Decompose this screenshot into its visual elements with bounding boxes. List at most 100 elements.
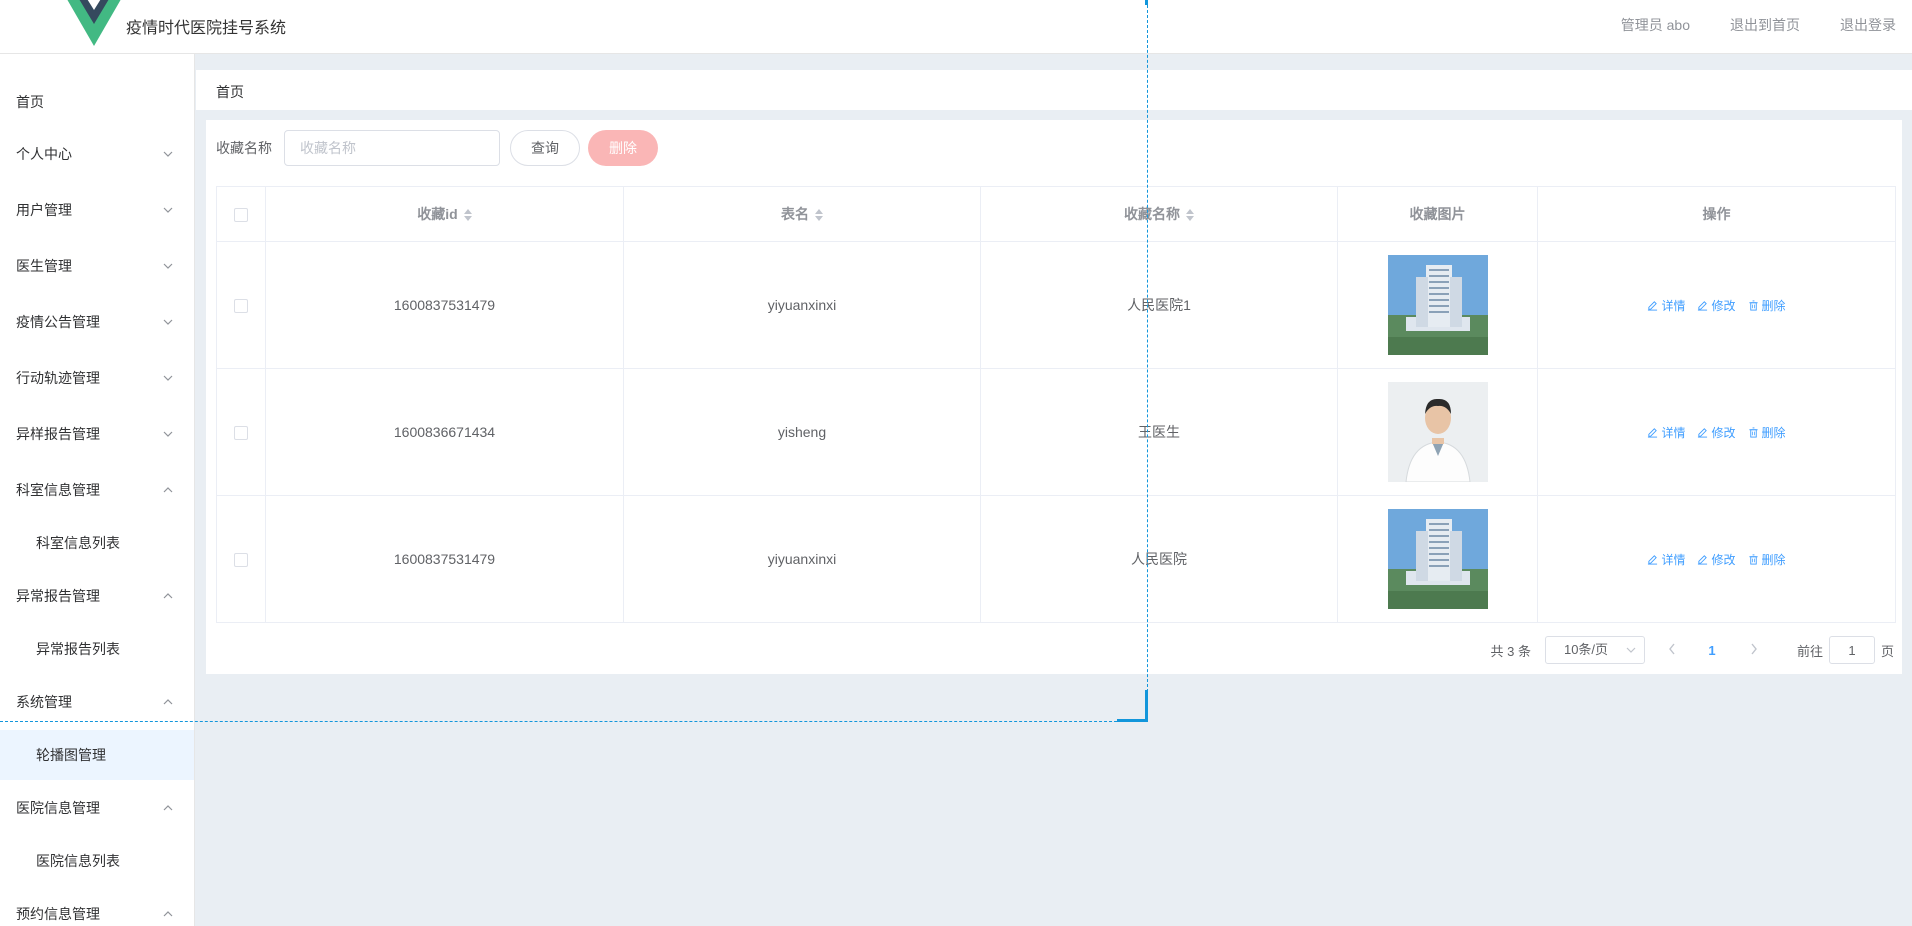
chevron-left-icon [1669, 643, 1675, 654]
cell-image [1337, 241, 1538, 369]
search-label: 收藏名称 [216, 140, 272, 156]
sidebar-item-label: 预约信息管理 [16, 906, 100, 922]
edit-pen-icon [1698, 300, 1708, 311]
row-select-cell [216, 241, 266, 369]
edit-pen-icon [1698, 554, 1708, 565]
chevron-up-icon [162, 780, 174, 836]
cell-name: 王医生 [980, 368, 1338, 496]
table-row: 1600837531479 yiyuanxinxi 人民医院 详情 修改 删除 [216, 495, 1896, 623]
batch-delete-button[interactable]: 删除 [588, 130, 658, 166]
hospital-building-image [1387, 509, 1488, 609]
sidebar-item-abnormal-report[interactable]: 异常报告管理 [0, 568, 194, 624]
detail-button[interactable]: 详情 [1647, 297, 1685, 314]
page-size-value: 10条/页 [1563, 642, 1609, 657]
row-checkbox[interactable] [234, 299, 248, 314]
chevron-down-icon [162, 406, 174, 462]
sidebar-item-label: 科室信息管理 [16, 482, 100, 498]
column-header-id[interactable]: 收藏id [265, 186, 624, 242]
cell-name: 人民医院 [980, 495, 1338, 623]
sidebar-item-label: 疫情公告管理 [16, 314, 100, 330]
column-header-name[interactable]: 收藏名称 [980, 186, 1338, 242]
page-suffix: 页 [1880, 643, 1894, 659]
column-header-image: 收藏图片 [1337, 186, 1538, 242]
sidebar-subitem-carousel[interactable]: 轮播图管理 [0, 730, 194, 780]
sort-icon[interactable] [815, 208, 823, 222]
sidebar-item-department[interactable]: 科室信息管理 [0, 462, 194, 518]
sidebar-item-user-management[interactable]: 用户管理 [0, 182, 194, 238]
page-number-current[interactable]: 1 [1697, 643, 1727, 658]
cell-table-name: yisheng [623, 368, 981, 496]
sidebar-subitem-department-list[interactable]: 科室信息列表 [0, 518, 194, 568]
sidebar-subitem-hospital-list[interactable]: 医院信息列表 [0, 836, 194, 886]
detail-button[interactable]: 详情 [1647, 551, 1685, 568]
chevron-up-icon [162, 886, 174, 926]
sidebar-item-label: 个人中心 [16, 146, 72, 162]
exit-to-home-link[interactable]: 退出到首页 [1730, 15, 1800, 35]
next-page-button[interactable] [1739, 643, 1769, 658]
sidebar-item-label: 医生管理 [16, 258, 72, 274]
cell-id: 1600837531479 [265, 241, 624, 369]
chevron-up-icon [162, 462, 174, 518]
favorites-table: 收藏id 表名 收藏名称 收藏图片 操作 1600837531479 yiyuan… [216, 186, 1896, 623]
select-all-cell [216, 186, 266, 242]
row-checkbox[interactable] [234, 553, 248, 568]
row-select-cell [216, 495, 266, 623]
row-checkbox[interactable] [234, 426, 248, 441]
chevron-up-icon [162, 568, 174, 624]
cell-id: 1600837531479 [265, 495, 624, 623]
cell-name: 人民医院1 [980, 241, 1338, 369]
selection-guide-horizontal [0, 721, 1147, 722]
sidebar-item-trajectory[interactable]: 行动轨迹管理 [0, 350, 194, 406]
search-input[interactable] [284, 130, 500, 166]
prev-page-button[interactable] [1657, 643, 1687, 658]
chevron-right-icon [1751, 643, 1757, 654]
sidebar-item-doctor-management[interactable]: 医生管理 [0, 238, 194, 294]
edit-pen-icon [1648, 554, 1658, 565]
pagination-total: 共 3 条 [1490, 643, 1531, 659]
edit-button[interactable]: 修改 [1697, 424, 1736, 441]
sidebar-item-label: 医院信息管理 [16, 800, 100, 816]
header-actions: 管理员 abo 退出到首页 退出登录 [1621, 15, 1896, 35]
app-header: 疫情时代医院挂号系统 管理员 abo 退出到首页 退出登录 [0, 0, 1912, 54]
sidebar-item-epidemic-notice[interactable]: 疫情公告管理 [0, 294, 194, 350]
selection-corner-handle[interactable] [1145, 690, 1148, 722]
delete-button[interactable]: 删除 [1748, 551, 1786, 568]
row-select-cell [216, 368, 266, 496]
sidebar-item-appointment[interactable]: 预约信息管理 [0, 886, 194, 926]
goto-label: 前往 [1796, 643, 1823, 659]
table-row: 1600837531479 yiyuanxinxi 人民医院1 详情 修改 删除 [216, 241, 1896, 369]
query-button[interactable]: 查询 [510, 130, 580, 166]
delete-button[interactable]: 删除 [1748, 424, 1786, 441]
goto-page-input[interactable] [1828, 636, 1875, 664]
cell-image [1337, 368, 1538, 496]
chevron-down-icon [162, 182, 174, 238]
cell-table-name: yiyuanxinxi [623, 241, 981, 369]
sort-icon[interactable] [1186, 208, 1194, 222]
edit-pen-icon [1648, 300, 1658, 311]
sort-icon[interactable] [463, 208, 472, 222]
table-header-row: 收藏id 表名 收藏名称 收藏图片 操作 [216, 186, 1896, 242]
edit-button[interactable]: 修改 [1697, 297, 1736, 314]
doctor-portrait-image [1387, 382, 1488, 482]
sidebar-menu: 首页 个人中心 用户管理 医生管理 疫情公告管理 行动轨迹管理 异样报告管理 科… [0, 54, 195, 926]
cell-actions: 详情 修改 删除 [1537, 368, 1896, 496]
selection-corner-handle[interactable] [1117, 719, 1148, 722]
sidebar-item-personal-center[interactable]: 个人中心 [0, 126, 194, 182]
detail-button[interactable]: 详情 [1647, 424, 1685, 441]
sidebar-item-label: 异样报告管理 [16, 426, 100, 442]
sidebar-item-anomaly-report[interactable]: 异样报告管理 [0, 406, 194, 462]
search-bar: 收藏名称 查询 删除 [216, 130, 658, 166]
column-header-table-name[interactable]: 表名 [623, 186, 981, 242]
current-user-label: 管理员 abo [1620, 17, 1690, 33]
logout-link[interactable]: 退出登录 [1840, 15, 1896, 35]
delete-button[interactable]: 删除 [1748, 297, 1786, 314]
sidebar-subitem-abnormal-report-list[interactable]: 异常报告列表 [0, 624, 194, 674]
page-size-select[interactable]: 10条/页 [1544, 636, 1645, 664]
select-all-checkbox[interactable] [234, 208, 248, 223]
breadcrumb[interactable]: 首页 [216, 82, 244, 102]
edit-button[interactable]: 修改 [1697, 551, 1736, 568]
sidebar-item-hospital-info[interactable]: 医院信息管理 [0, 780, 194, 836]
edit-pen-icon [1648, 427, 1658, 438]
chevron-down-icon [162, 350, 174, 406]
sidebar-item-home[interactable]: 首页 [0, 78, 194, 126]
